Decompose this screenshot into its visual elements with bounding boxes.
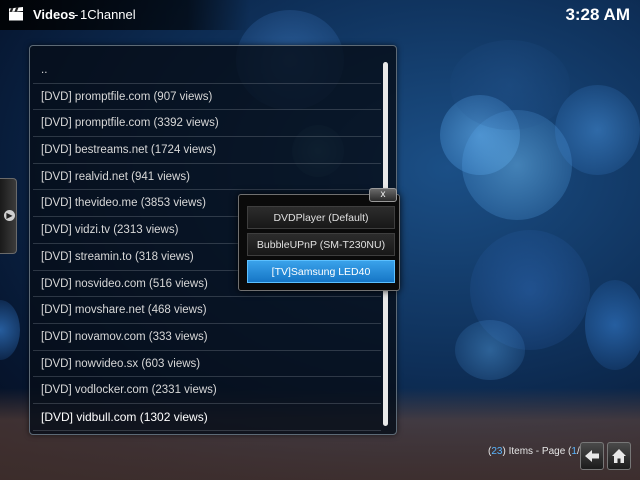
player-option[interactable]: DVDPlayer (Default) bbox=[247, 206, 395, 229]
list-item[interactable]: [DVD] bestreams.net (1724 views) bbox=[33, 137, 381, 164]
list-item-selected[interactable]: [DVD] vidbull.com (1302 views) bbox=[33, 404, 381, 431]
list-item[interactable]: [DVD] promptfile.com (907 views) bbox=[33, 84, 381, 111]
background-bokeh bbox=[0, 300, 20, 360]
close-icon: x bbox=[380, 189, 386, 200]
player-option[interactable]: BubbleUPnP (SM-T230NU) bbox=[247, 233, 395, 256]
list-item[interactable]: [DVD] novamov.com (333 views) bbox=[33, 324, 381, 351]
background-bokeh bbox=[462, 110, 572, 220]
background-bokeh bbox=[450, 40, 570, 130]
breadcrumb-section: Videos bbox=[33, 7, 76, 22]
chevron-right-icon: ▶ bbox=[4, 210, 15, 221]
list-item[interactable]: [DVD] movshare.net (468 views) bbox=[33, 297, 381, 324]
breadcrumb-separator: - bbox=[74, 7, 79, 22]
background-bokeh bbox=[440, 95, 520, 175]
side-menu-tab[interactable]: ▶ bbox=[0, 178, 17, 254]
background-bokeh bbox=[555, 85, 640, 175]
list-item-parent[interactable]: .. bbox=[33, 57, 381, 84]
breadcrumb-addon: 1Channel bbox=[80, 7, 136, 22]
back-arrow-icon bbox=[585, 450, 599, 462]
items-page-info: (23) Items - Page (1/2) bbox=[488, 446, 589, 457]
clock: 3:28 AM bbox=[565, 5, 630, 24]
background-bokeh bbox=[585, 280, 640, 370]
list-item[interactable]: [DVD] promptfile.com (3392 views) bbox=[33, 110, 381, 138]
player-select-dialog: x DVDPlayer (Default) BubbleUPnP (SM-T23… bbox=[238, 188, 400, 291]
background-bokeh bbox=[455, 320, 525, 380]
player-option-focused[interactable]: [TV]Samsung LED40 bbox=[247, 260, 395, 283]
item-count: 23 bbox=[491, 446, 503, 457]
clapperboard-icon bbox=[9, 7, 23, 21]
list-item[interactable]: [DVD] realvid.net (941 views) bbox=[33, 164, 381, 191]
background-bokeh bbox=[470, 230, 590, 350]
footer-items-text: ) Items - Page ( bbox=[502, 446, 572, 457]
home-button[interactable] bbox=[607, 442, 631, 470]
list-item[interactable]: [DVD] vodlocker.com (2331 views) bbox=[33, 377, 381, 404]
list-item[interactable]: [DVD] nowvideo.sx (603 views) bbox=[33, 351, 381, 378]
home-icon bbox=[612, 449, 626, 463]
header: Videos - 1Channel 3:28 AM bbox=[0, 0, 640, 30]
dialog-close-button[interactable]: x bbox=[369, 188, 397, 202]
back-button[interactable] bbox=[580, 442, 604, 470]
